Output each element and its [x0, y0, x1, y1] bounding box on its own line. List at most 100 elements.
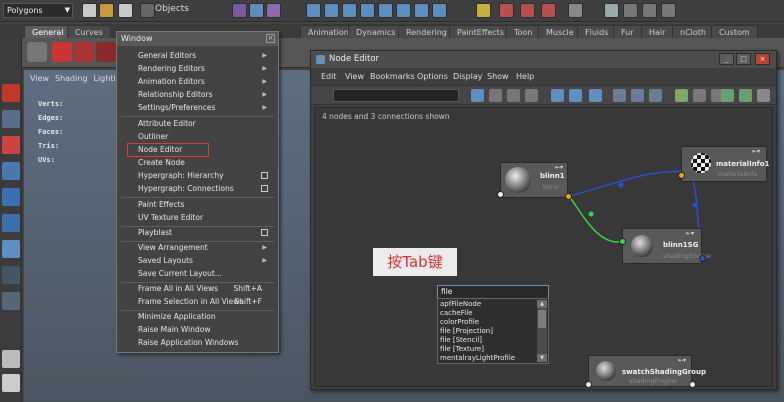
shelf-tab-toon[interactable]: Toon: [506, 25, 541, 38]
ne-menu-help[interactable]: Help: [516, 72, 534, 81]
menu-item-settings-preferences[interactable]: Settings/Preferences ▶: [119, 102, 276, 114]
simple-mode-icon[interactable]: [613, 89, 626, 102]
input-port[interactable]: [585, 381, 592, 388]
node-mode-icon[interactable]: ⇤▾: [686, 230, 694, 237]
clear-graph-icon[interactable]: [525, 89, 538, 102]
shelf-tab-rendering[interactable]: Rendering: [398, 25, 455, 38]
viewport-menu-view[interactable]: View: [30, 74, 49, 83]
input-port[interactable]: [678, 172, 685, 179]
graph-layout-icon[interactable]: [589, 89, 602, 102]
node-editor-titlebar[interactable]: Node Editor _ □ ×: [311, 51, 776, 68]
toggle-grid-icon[interactable]: [693, 89, 706, 102]
menu-item-frame-selection-in-all-views[interactable]: Frame Selection in All Views Shift+F: [119, 296, 276, 308]
scroll-up-icon[interactable]: ▲: [537, 300, 547, 308]
select-by-icon[interactable]: [140, 3, 155, 18]
render-frame-icon[interactable]: [476, 3, 491, 18]
save-scene-icon[interactable]: [118, 3, 133, 18]
shelf-tab-painteffects[interactable]: PaintEffects: [449, 25, 512, 38]
single-view-layout-icon[interactable]: [2, 350, 20, 368]
shelf-tab-fur[interactable]: Fur: [613, 25, 642, 38]
select-tool-icon[interactable]: [2, 84, 20, 102]
add-selected-nodes-icon[interactable]: [551, 89, 564, 102]
menu-item-general-editors[interactable]: General Editors ▶: [119, 50, 276, 62]
ne-menu-bookmarks[interactable]: Bookmarks: [370, 72, 415, 81]
attribute-editor-icon[interactable]: [623, 3, 638, 18]
lasso-tool-icon[interactable]: [2, 110, 20, 128]
new-scene-icon[interactable]: [82, 3, 97, 18]
close-icon[interactable]: ×: [266, 34, 275, 43]
select-hierarchy-icon[interactable]: [232, 3, 247, 18]
menu-set-dropdown[interactable]: Polygons ▼: [3, 3, 73, 18]
node-blinn1[interactable]: ⇤▾ blinn1 blinn: [497, 162, 572, 200]
menu-item-create-node[interactable]: Create Node: [119, 157, 276, 169]
remove-selected-nodes-icon[interactable]: [569, 89, 582, 102]
input-port[interactable]: [497, 191, 504, 198]
connection-blinn1-materialinfo[interactable]: [568, 170, 691, 197]
node-materialinfo1[interactable]: ⇤▾ materialInfo1 materialInfo: [678, 146, 769, 182]
list-item[interactable]: file [Texture]: [440, 345, 484, 354]
node-blinn1sg[interactable]: ⇤▾ blinn1SG shadingEngine: [619, 228, 711, 264]
ipr-render-icon[interactable]: [499, 3, 514, 18]
shelf-menu-icon[interactable]: [27, 42, 47, 62]
menu-item-paint-effects[interactable]: Paint Effects: [119, 199, 276, 211]
close-icon[interactable]: ×: [755, 53, 770, 65]
input-line-icon[interactable]: [568, 3, 583, 18]
menu-item-attribute-editor[interactable]: Attribute Editor: [119, 118, 276, 130]
menu-item-hypergraph-connections[interactable]: Hypergraph: Connections: [119, 183, 276, 195]
select-object-icon[interactable]: [249, 3, 264, 18]
construction-history-icon[interactable]: [414, 3, 429, 18]
ne-menu-options[interactable]: Options: [417, 72, 448, 81]
shelf-tab-hair[interactable]: Hair: [641, 25, 674, 38]
render-settings-icon[interactable]: [432, 3, 447, 18]
polygon-cube-icon[interactable]: [96, 42, 116, 62]
snap-surface-icon[interactable]: [378, 3, 393, 18]
output-port[interactable]: [689, 381, 696, 388]
menu-item-animation-editors[interactable]: Animation Editors ▶: [119, 76, 276, 88]
polygon-sphere-icon[interactable]: [74, 42, 94, 62]
node-swatchshadinggroup[interactable]: ⇤▾ swatchShadingGroup shadingEngine: [585, 355, 706, 388]
node-mode-icon[interactable]: ⇤▾: [752, 148, 760, 155]
menu-item-relationship-editors[interactable]: Relationship Editors ▶: [119, 89, 276, 101]
list-item[interactable]: colorProfile: [440, 318, 479, 327]
input-output-connections-icon[interactable]: [471, 89, 484, 102]
last-tool-icon[interactable]: [2, 292, 20, 310]
viewport-menu-lighting[interactable]: Lighti: [93, 74, 115, 83]
sidebar-toggle-icon[interactable]: [604, 3, 619, 18]
list-item[interactable]: file [Projection]: [440, 327, 493, 336]
ne-menu-view[interactable]: View: [345, 72, 364, 81]
menu-item-outliner[interactable]: Outliner: [119, 131, 276, 143]
maximize-icon[interactable]: □: [736, 53, 751, 65]
node-mode-icon[interactable]: ⇤▾: [678, 357, 686, 364]
scale-tool-icon[interactable]: [2, 214, 20, 232]
manipulator-tool-icon[interactable]: [2, 240, 20, 258]
menu-item-minimize-application[interactable]: Minimize Application: [119, 311, 276, 323]
history-icon[interactable]: [396, 3, 411, 18]
snap-point-icon[interactable]: [342, 3, 357, 18]
render-view-icon[interactable]: [520, 3, 535, 18]
create-node-search-input[interactable]: file: [437, 285, 549, 299]
shelf-tab-ncloth[interactable]: nCloth: [672, 25, 714, 38]
connected-mode-icon[interactable]: [631, 89, 644, 102]
pin-selected-icon[interactable]: [675, 89, 688, 102]
help-icon[interactable]: [52, 42, 72, 62]
ne-menu-show[interactable]: Show: [487, 72, 509, 81]
menu-item-playblast[interactable]: Playblast: [119, 227, 276, 239]
swatch-display-icon[interactable]: [721, 89, 734, 102]
graph-output-icon[interactable]: [507, 89, 520, 102]
shelf-tab-general[interactable]: General: [24, 25, 72, 38]
scroll-down-icon[interactable]: ▼: [537, 354, 547, 362]
rotate-tool-icon[interactable]: [2, 188, 20, 206]
minimize-icon[interactable]: _: [719, 53, 734, 65]
select-component-icon[interactable]: [266, 3, 281, 18]
menu-item-view-arrangement[interactable]: View Arrangement ▶: [119, 242, 276, 254]
menu-item-raise-application-windows[interactable]: Raise Application Windows: [119, 337, 276, 349]
viewport-menu-shading[interactable]: Shading: [55, 74, 88, 83]
node-filter-field[interactable]: [333, 89, 459, 102]
paint-select-icon[interactable]: [2, 136, 20, 154]
list-item[interactable]: mentalrayLightProfile: [440, 354, 515, 363]
scrollbar-thumb[interactable]: [538, 310, 546, 328]
snap-view-plane-icon[interactable]: [360, 3, 375, 18]
shelf-tab-dynamics[interactable]: Dynamics: [348, 25, 404, 38]
connection-blinn1-blinn1sg[interactable]: [568, 195, 626, 243]
snap-grid-icon[interactable]: [306, 3, 321, 18]
